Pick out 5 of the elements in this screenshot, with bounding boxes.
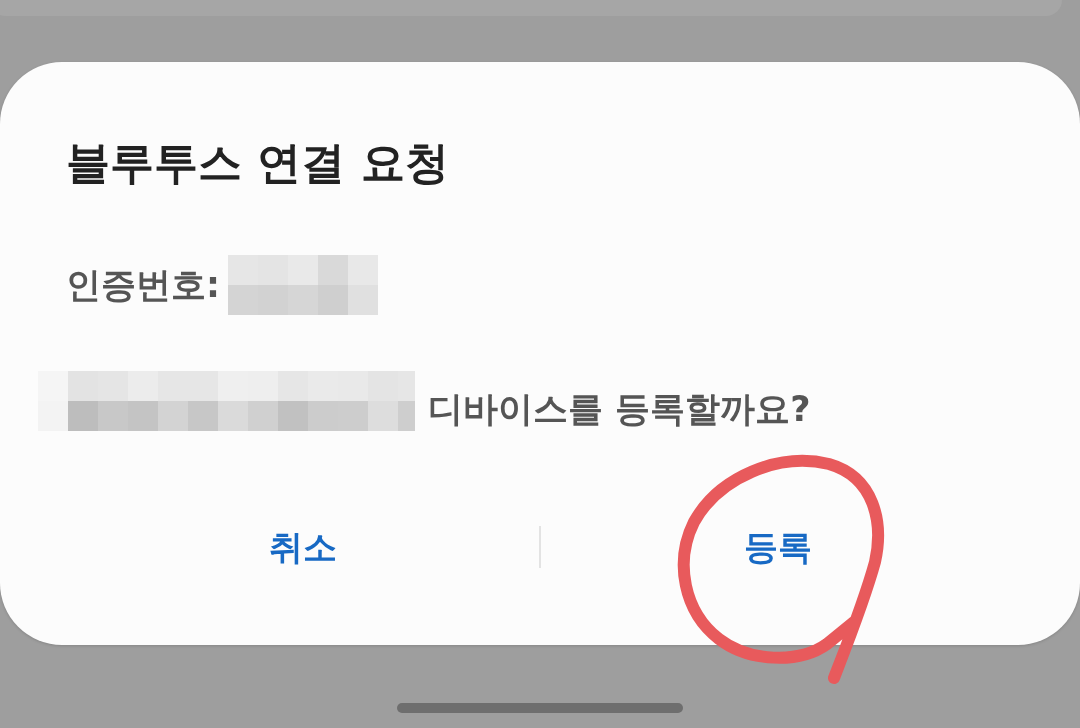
cancel-button[interactable]: 취소 xyxy=(244,513,361,581)
pin-label: 인증번호: xyxy=(66,264,220,307)
confirm-message: 디바이스를 등록할까요? xyxy=(428,388,811,431)
dialog-title: 블루투스 연결 요청 xyxy=(66,136,449,190)
register-button[interactable]: 등록 xyxy=(719,513,836,581)
